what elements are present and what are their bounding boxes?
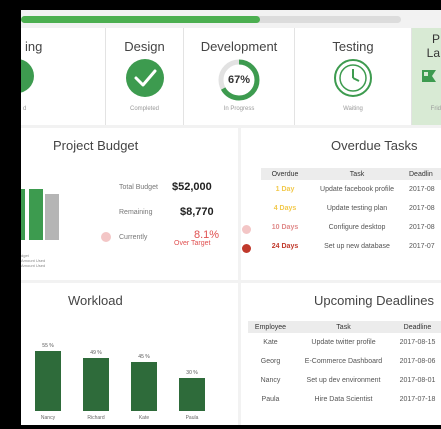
overdue-tasks-panel: Overdue Tasks Overdue Task Deadlin 1 Day… [241, 128, 441, 280]
task-cell: Update testing plan [326, 205, 388, 212]
task-cell: Set up new database [324, 243, 390, 250]
overdue-cell: 4 Days [273, 205, 297, 212]
table-row[interactable]: 24 Days Set up new database 2017-07 [241, 237, 441, 256]
employee-cell: Nancy [260, 377, 281, 384]
deadline-cell: 2017-08 [409, 186, 435, 193]
project-budget-panel: Project Budget dget Amount Used Amount U… [21, 128, 238, 280]
status-dot [101, 232, 111, 242]
deadline-cell: 2017-08 [409, 224, 435, 231]
table-row[interactable]: 1 Day Update facebook profile 2017-08 [261, 180, 441, 199]
column-header[interactable]: Deadlin [405, 168, 441, 180]
stage-design[interactable]: Design Completed [106, 28, 184, 125]
stage-title: P La [426, 32, 440, 60]
workload-panel: Workload 55 % Nancy 49 % Richard 45 % Kate 30 … [21, 283, 238, 425]
overdue-cell: 1 Day [275, 186, 295, 193]
panel-title: Workload [68, 293, 123, 308]
currently-note: Over Target [174, 240, 211, 247]
employee-cell: Georg [260, 358, 281, 365]
remaining-value: $8,770 [180, 206, 214, 218]
column-header[interactable]: Task [293, 321, 394, 333]
deadlines-table: Employee Task Deadline Kate Update twitte… [248, 321, 441, 409]
budget-bar-left [21, 188, 25, 240]
deadline-cell: 2017-07 [409, 243, 435, 250]
table-row[interactable]: 4 Days Update testing plan 2017-08 [261, 199, 441, 218]
workload-value-label: 30 % [186, 370, 198, 377]
workload-name-label: Paula [185, 415, 199, 421]
budget-legend: dget Amount Used Amount Used [21, 253, 45, 268]
panel-title: Overdue Tasks [331, 138, 418, 153]
dashboard-page: ing d Design Completed Development 67% I… [21, 10, 441, 425]
deadline-cell: 2017-08-15 [399, 339, 436, 346]
stage-launch[interactable]: P La Frid [412, 28, 441, 125]
stage-testing[interactable]: Testing Waiting [295, 28, 412, 125]
flags-icon [422, 70, 436, 82]
workload-value-label: 45 % [138, 353, 150, 360]
check-circle-icon [21, 59, 34, 93]
workload-name-label: Nancy [40, 415, 56, 421]
currently-label: Currently [119, 234, 148, 241]
severity-dot [241, 244, 251, 253]
task-cell: E-Commerce Dashboard [304, 358, 383, 365]
stage-title: Testing [332, 39, 374, 54]
table-row[interactable]: Kate Update twitter profile 2017-08-15 [248, 333, 441, 352]
project-progress-fill [21, 16, 261, 23]
total-budget-label: Total Budget [119, 184, 158, 191]
workload-value-label: 49 % [90, 349, 102, 356]
task-cell: Configure desktop [328, 224, 386, 231]
deadline-cell: 2017-08-06 [399, 358, 436, 365]
table-row[interactable]: Nancy Set up dev environment 2017-08-01 [248, 371, 441, 390]
stages-row: ing d Design Completed Development 67% I… [21, 28, 441, 125]
overdue-table: Overdue Task Deadlin 1 Day Update faceboo… [241, 168, 441, 256]
stage-title: ing [25, 39, 43, 54]
employee-cell: Paula [261, 396, 280, 403]
stage-planning[interactable]: ing d [21, 28, 106, 125]
severity-dot [241, 225, 251, 234]
task-cell: Hire Data Scientist [314, 396, 373, 403]
workload-name-label: Kate [138, 415, 150, 421]
stage-status: d [23, 106, 27, 112]
workload-value-label: 55 % [42, 343, 54, 349]
table-row[interactable]: Georg E-Commerce Dashboard 2017-08-06 [248, 352, 441, 371]
overdue-cell: 10 Days [241, 218, 309, 237]
deadline-cell: 2017-07-18 [399, 396, 436, 403]
stage-title: Development [200, 39, 278, 54]
employee-cell: Kate [263, 339, 278, 346]
panel-title: Project Budget [53, 138, 139, 153]
overdue-cell: 24 Days [241, 237, 309, 256]
deadline-cell: 2017-08-01 [399, 377, 436, 384]
stage-status: Completed [129, 106, 159, 112]
column-header[interactable]: Deadline [394, 321, 441, 333]
clock-icon [334, 59, 372, 97]
column-header[interactable]: Overdue [261, 168, 309, 180]
task-cell: Update facebook profile [320, 186, 394, 193]
stage-percent: 67% [227, 74, 251, 86]
workload-bar[interactable] [131, 361, 157, 411]
workload-bar[interactable] [35, 351, 61, 411]
upcoming-deadlines-panel: Upcoming Deadlines Employee Task Deadlin… [241, 283, 441, 425]
remaining-label: Remaining [119, 209, 153, 216]
check-circle-icon [125, 59, 164, 97]
stage-title: Design [124, 39, 165, 54]
total-budget-value: $52,000 [172, 181, 212, 193]
table-row[interactable]: Paula Hire Data Scientist 2017-07-18 [248, 390, 441, 409]
task-cell: Update twitter profile [311, 339, 376, 346]
workload-bar[interactable] [179, 378, 205, 411]
legend-item: Amount Used [21, 263, 46, 268]
budget-bar-amount [45, 193, 59, 240]
workload-bar[interactable] [83, 357, 109, 411]
column-header[interactable]: Task [309, 168, 405, 180]
column-header[interactable]: Employee [248, 321, 293, 333]
stage-status: Frid [430, 106, 441, 112]
stage-status: Waiting [343, 106, 363, 112]
stage-status: In Progress [223, 106, 255, 112]
table-row[interactable]: 10 Days Configure desktop 2017-08 [241, 218, 441, 237]
project-progress-bar [21, 16, 401, 23]
panel-title: Upcoming Deadlines [314, 293, 434, 308]
budget-bar-used [29, 188, 43, 240]
deadline-cell: 2017-08 [409, 205, 435, 212]
stage-development[interactable]: Development 67% In Progress [184, 28, 295, 125]
workload-name-label: Richard [87, 415, 105, 421]
task-cell: Set up dev environment [306, 377, 381, 384]
